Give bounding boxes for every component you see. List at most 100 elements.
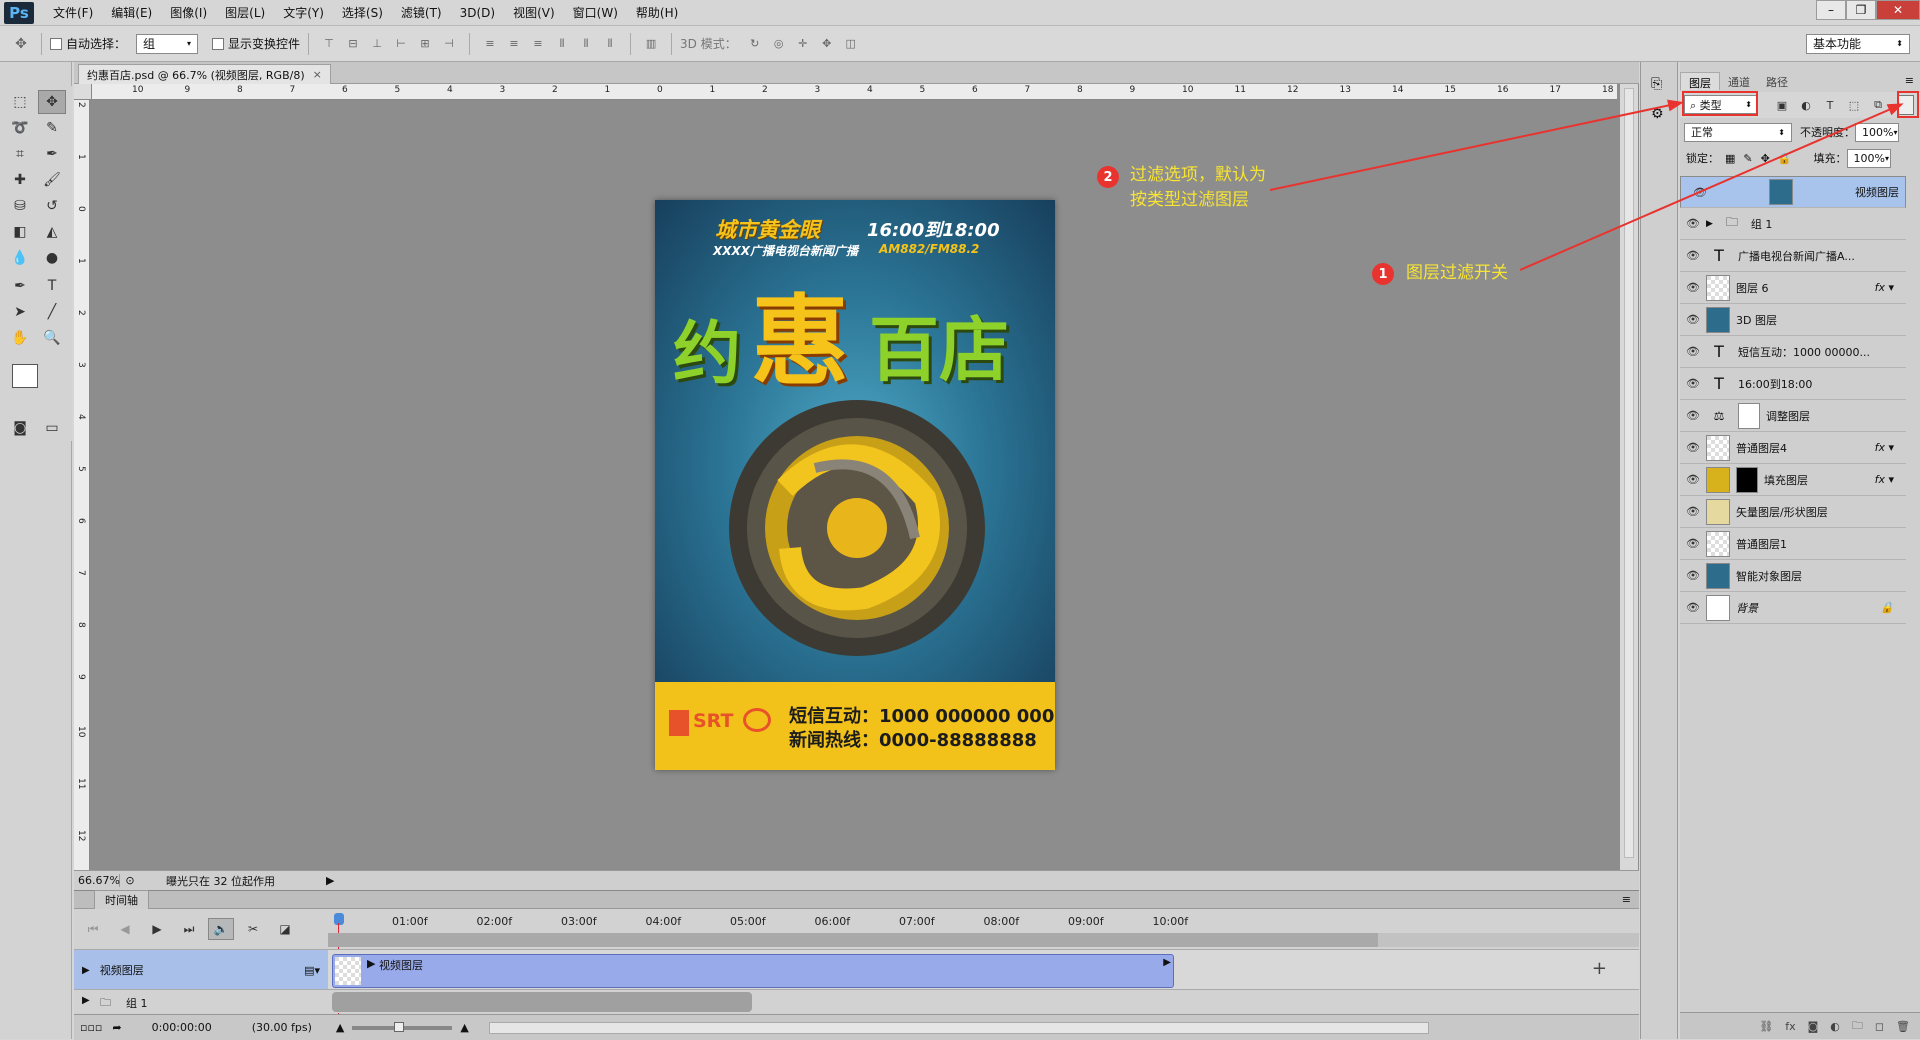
menu-item-7[interactable]: 3D(D) bbox=[451, 0, 504, 26]
eraser-tool-icon[interactable]: ◧ bbox=[6, 220, 34, 244]
screen-mode-icon[interactable]: ▭ bbox=[38, 416, 66, 440]
timeline-tab[interactable]: 时间轴 bbox=[94, 889, 149, 910]
quick-mask-icon[interactable]: ◙ bbox=[6, 416, 34, 440]
canvas-scrollbar[interactable] bbox=[1620, 84, 1638, 870]
layer-effects-icon[interactable]: fx ▾ bbox=[1875, 473, 1894, 486]
menu-item-10[interactable]: 帮助(H) bbox=[627, 0, 687, 26]
zoom-level[interactable]: 66.67% bbox=[74, 874, 120, 887]
play-icon[interactable]: ▶ bbox=[144, 918, 170, 940]
lasso-tool-icon[interactable]: ➰ bbox=[6, 116, 34, 140]
menu-item-4[interactable]: 文字(Y) bbox=[274, 0, 333, 26]
auto-select-dropdown[interactable]: 组 ▾ bbox=[136, 33, 199, 54]
new-group-icon[interactable]: 🗀 bbox=[1852, 1017, 1863, 1036]
track-options-icon[interactable]: ▤▾ bbox=[304, 964, 320, 977]
close-tab-icon[interactable]: × bbox=[313, 68, 322, 81]
layer-effects-icon[interactable]: fx ▾ bbox=[1875, 441, 1894, 454]
layer-row[interactable]: 👁 ▶ 🗀 组 1 bbox=[1680, 208, 1906, 240]
crop-tool-icon[interactable]: ⌗ bbox=[6, 142, 34, 166]
minimize-button[interactable]: – bbox=[1816, 0, 1846, 20]
go-first-frame-icon[interactable]: ⏮ bbox=[80, 918, 106, 940]
layer-row[interactable]: 👁 T 16:00到18:00 bbox=[1680, 368, 1906, 400]
align-right-icon[interactable]: ⊣ bbox=[440, 36, 458, 52]
history-panel-icon[interactable]: ⎘ bbox=[1651, 76, 1662, 92]
move-tool-icon[interactable]: ✥ bbox=[12, 36, 30, 52]
fill-input[interactable]: 100% ▾ bbox=[1846, 148, 1891, 168]
layer-effects-icon[interactable]: fx ▾ bbox=[1875, 281, 1894, 294]
layer-row[interactable]: 👁 3D 图层 bbox=[1680, 304, 1906, 336]
eyedropper-tool-icon[interactable]: ✒ bbox=[38, 142, 66, 166]
properties-panel-icon[interactable]: ⚙ bbox=[1651, 106, 1664, 122]
layer-row[interactable]: 👁 矢量图层/形状图层 bbox=[1680, 496, 1906, 528]
expand-arrow-icon[interactable]: ▶ bbox=[82, 995, 90, 1006]
type-tool-icon[interactable]: T bbox=[38, 274, 66, 298]
auto-align-icon[interactable]: ▥ bbox=[642, 36, 660, 52]
visibility-eye-icon[interactable]: 👁 bbox=[1680, 281, 1706, 294]
3d-pan-icon[interactable]: ✛ bbox=[794, 36, 812, 52]
status-menu-arrow[interactable]: ▶ bbox=[326, 874, 334, 887]
lock-transparent-icon[interactable]: ▦ bbox=[1725, 152, 1735, 165]
marquee-tool-icon[interactable]: ⬚ bbox=[6, 90, 34, 114]
timeline-ruler[interactable]: 01:00f 02:00f 03:00f 04:00f 05:00f 06:00f 07:0… bbox=[328, 909, 1639, 1035]
visibility-eye-icon[interactable]: 👁 bbox=[1680, 377, 1706, 390]
timeline-track-group[interactable]: ▶ 🗀 组 1 bbox=[74, 989, 1639, 1013]
layer-row[interactable]: 👁 ⚖ 调整图层 bbox=[1680, 400, 1906, 432]
convert-frames-icon[interactable]: ▫▫▫ bbox=[80, 1021, 102, 1034]
brush-tool-icon[interactable]: 🖌 bbox=[38, 168, 66, 192]
line-tool-icon[interactable]: ╱ bbox=[38, 300, 66, 324]
layer-mask-thumbnail[interactable] bbox=[1736, 466, 1758, 493]
timeline-hscroll[interactable] bbox=[488, 1021, 1429, 1034]
tab-channels[interactable]: 通道 bbox=[1720, 72, 1758, 90]
workspace-dropdown[interactable]: 基本功能 ⬍ bbox=[1806, 33, 1910, 54]
visibility-eye-icon[interactable]: 👁 bbox=[1680, 537, 1706, 550]
delete-layer-icon[interactable]: 🗑 bbox=[1896, 1020, 1910, 1033]
add-media-icon[interactable]: + bbox=[1592, 958, 1607, 979]
visibility-eye-icon[interactable]: 👁 bbox=[1680, 569, 1706, 582]
layer-row[interactable]: 👁 图层 6 fx ▾ bbox=[1680, 272, 1906, 304]
visibility-eye-icon[interactable]: 👁 bbox=[1680, 313, 1706, 326]
timeline-menu-icon[interactable]: ≡ bbox=[1622, 893, 1631, 906]
path-select-tool-icon[interactable]: ➤ bbox=[6, 300, 34, 324]
mask-icon[interactable]: ◙ bbox=[1808, 1020, 1819, 1033]
menu-item-0[interactable]: 文件(F) bbox=[44, 0, 102, 26]
distribute-hcenter-icon[interactable]: ⦀ bbox=[577, 36, 595, 52]
menu-item-1[interactable]: 编辑(E) bbox=[102, 0, 161, 26]
align-vcenter-icon[interactable]: ⊟ bbox=[344, 36, 362, 52]
visibility-eye-icon[interactable]: 👁 bbox=[1680, 409, 1706, 422]
filter-type-icon[interactable]: T bbox=[1822, 97, 1838, 113]
fx-icon[interactable]: fx bbox=[1785, 1020, 1795, 1033]
menu-item-3[interactable]: 图层(L) bbox=[216, 0, 274, 26]
menu-item-2[interactable]: 图像(I) bbox=[161, 0, 216, 26]
zoom-slider[interactable] bbox=[352, 1021, 453, 1032]
prev-frame-icon[interactable]: ◀ bbox=[112, 918, 138, 940]
visibility-eye-icon[interactable]: 👁 bbox=[1680, 505, 1706, 518]
layer-row[interactable]: 👁 普通图层1 bbox=[1680, 528, 1906, 560]
foreground-color-swatch[interactable] bbox=[12, 364, 38, 388]
visibility-eye-icon[interactable]: 👁 bbox=[1680, 249, 1706, 262]
tab-paths[interactable]: 路径 bbox=[1758, 72, 1796, 90]
visibility-eye-icon[interactable]: 👁 bbox=[1680, 345, 1706, 358]
lock-image-icon[interactable]: ✎ bbox=[1743, 152, 1752, 165]
move-tool-icon[interactable]: ✥ bbox=[38, 90, 66, 114]
adjustment-layer-icon[interactable]: ◐ bbox=[1830, 1020, 1840, 1033]
expand-arrow-icon[interactable]: ▶ bbox=[82, 965, 90, 976]
lock-all-icon[interactable]: 🔒 bbox=[1778, 152, 1792, 165]
pen-tool-icon[interactable]: ✒ bbox=[6, 274, 34, 298]
align-hcenter-icon[interactable]: ⊞ bbox=[416, 36, 434, 52]
quick-select-tool-icon[interactable]: ✎ bbox=[38, 116, 66, 140]
distribute-left-icon[interactable]: ⦀ bbox=[553, 36, 571, 52]
playhead-icon[interactable] bbox=[334, 913, 344, 925]
visibility-eye-icon[interactable]: 👁 bbox=[1680, 217, 1706, 230]
3d-rotate-icon[interactable]: ↻ bbox=[746, 36, 764, 52]
expand-arrow-icon[interactable]: ▶ bbox=[1706, 219, 1713, 229]
distribute-vcenter-icon[interactable]: ≡ bbox=[505, 36, 523, 52]
hand-tool-icon[interactable]: ✋ bbox=[6, 326, 34, 350]
zoom-in-icon[interactable]: ▲ bbox=[460, 1021, 468, 1034]
audio-icon[interactable]: 🔊 bbox=[208, 918, 234, 940]
blur-tool-icon[interactable]: 💧 bbox=[6, 246, 34, 270]
layer-row[interactable]: 👁 T 广播电视台新闻广播A... bbox=[1680, 240, 1906, 272]
distribute-bottom-icon[interactable]: ≡ bbox=[529, 36, 547, 52]
distribute-top-icon[interactable]: ≡ bbox=[481, 36, 499, 52]
restore-button[interactable]: ❐ bbox=[1846, 0, 1876, 20]
split-icon[interactable]: ✂ bbox=[240, 918, 266, 940]
opacity-input[interactable]: 100% ▾ bbox=[1855, 122, 1899, 142]
